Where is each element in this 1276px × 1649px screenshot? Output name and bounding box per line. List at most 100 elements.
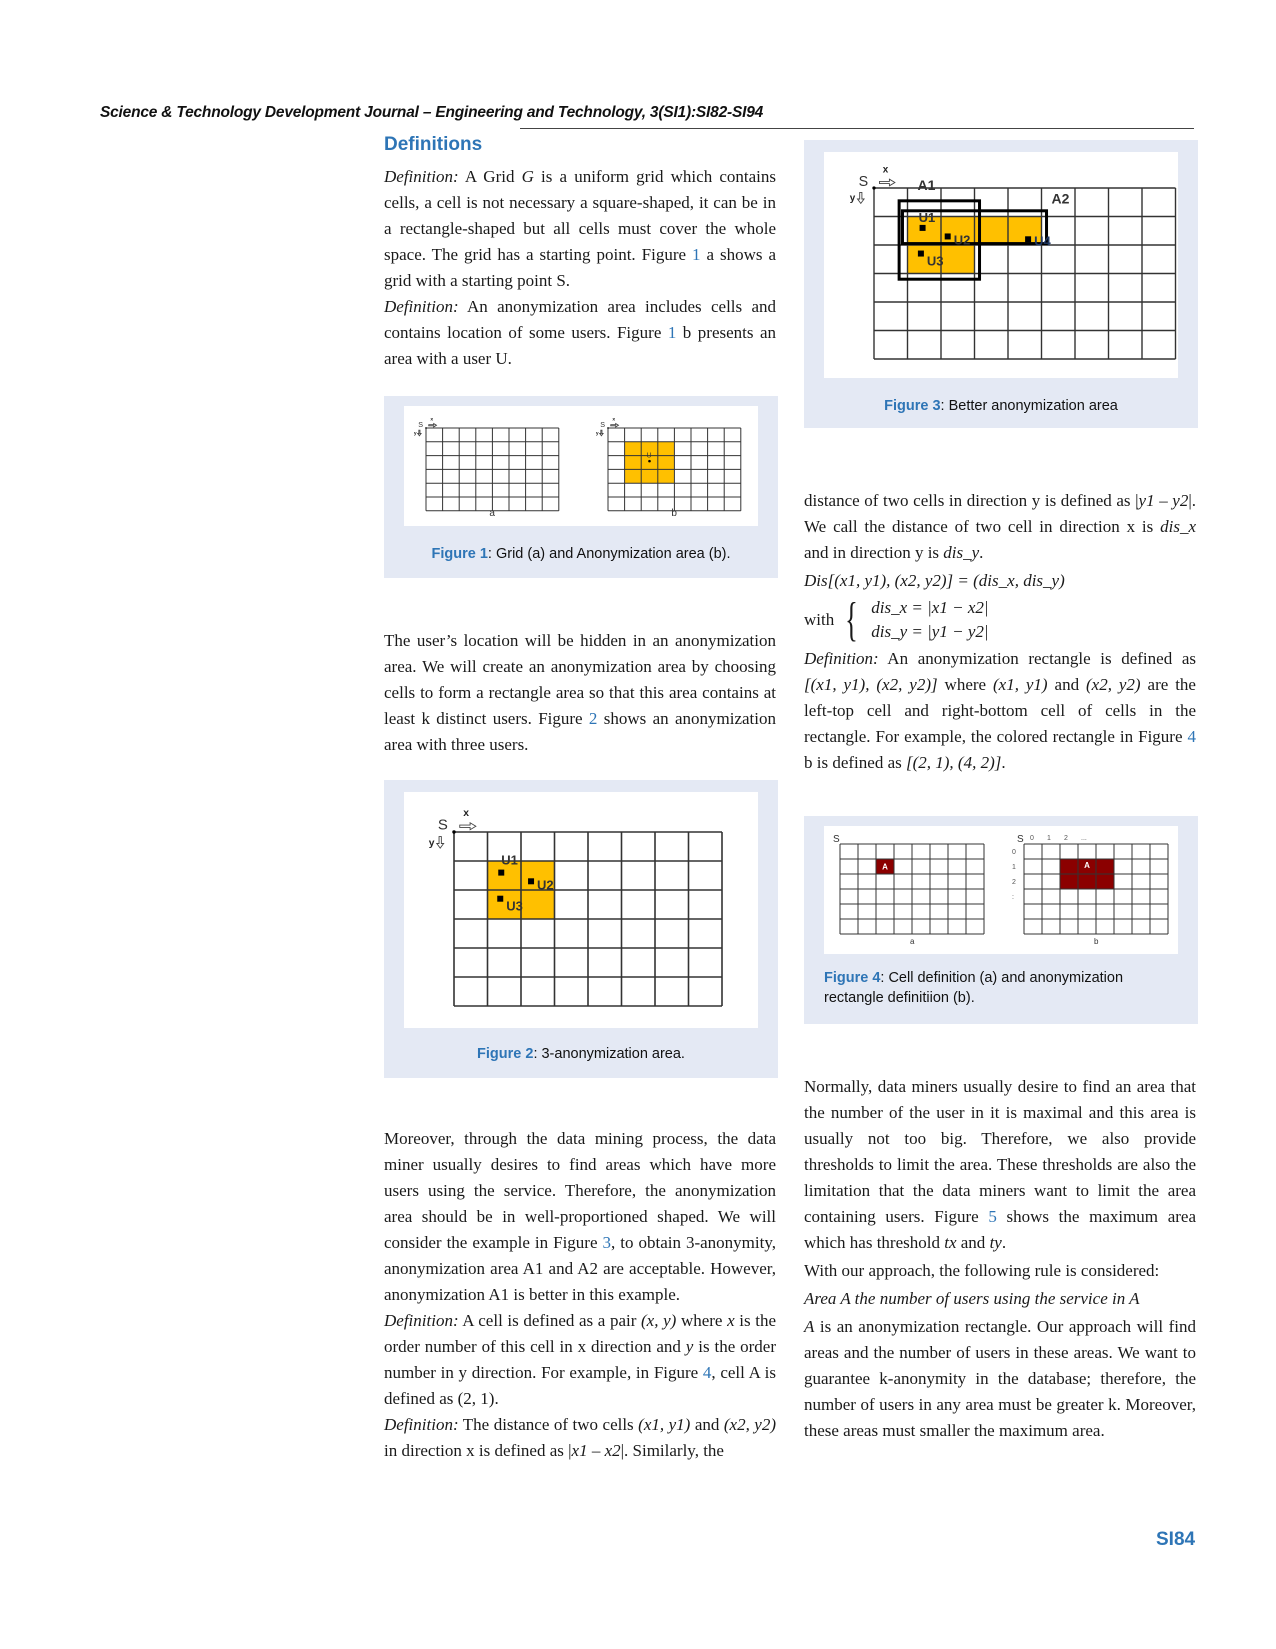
figure-1-caption: Figure 1: Grid (a) and Anonymization are…	[431, 546, 731, 562]
figure-1b-x-label: x	[612, 417, 615, 422]
paragraph-distance-continued: distance of two cells in direction y is …	[804, 491, 1196, 562]
left-column-mid: The user’s location will be hidden in an…	[384, 628, 776, 758]
paragraph-user-location: The user’s location will be hidden in an…	[384, 631, 776, 754]
figure-1-grids: Sx y a Sx y Ub	[414, 417, 742, 519]
figure-1b-user-label: U	[647, 453, 652, 460]
figure-2-grid: Sx y U1 U2 U3	[429, 808, 723, 1007]
figure-4: S Aa S 0 1 2... 0 1 2: Ab Figure 4: Cell definiti…	[804, 816, 1198, 1024]
figure-4a-cell-label: A	[882, 863, 888, 872]
figure-3-user-point	[1025, 236, 1032, 243]
figure-2-y-label: y	[429, 838, 435, 849]
figure-1a-start-point	[425, 427, 427, 429]
left-column-top: Definitions Definition: A Grid G is a un…	[384, 132, 776, 372]
figure-4b-cell-label: A	[1084, 861, 1090, 870]
figure-3-start-point	[872, 186, 876, 190]
figure-4a-sublabel: a	[910, 937, 915, 946]
figure-4-caption: Figure 4: Cell definition (a) and anonym…	[824, 970, 1124, 1006]
figure-3-user-point	[944, 233, 951, 240]
definition-anonymization-rectangle: Definition: An anonymization rectangle i…	[804, 649, 1197, 772]
figure-4-label: Figure 4	[824, 970, 881, 986]
figure-2-user-point	[528, 878, 535, 885]
figure-1a-sublabel: a	[489, 508, 495, 519]
figure-4b-column-tick: 2	[1064, 835, 1068, 842]
figure-2-user-label: U1	[501, 853, 518, 868]
paragraph-rule-intro: With our approach, the following rule is…	[804, 1261, 1160, 1280]
figure-1a-y-arrow-icon	[416, 429, 422, 437]
figure-1-link[interactable]: 1	[692, 245, 701, 264]
figure-3-y-label: y	[850, 193, 856, 204]
left-brace: {	[845, 593, 859, 646]
figure-4-image: S Aa S 0 1 2... 0 1 2: Ab	[824, 826, 1178, 954]
figure-2-user-point	[498, 869, 505, 876]
figure-1a-x-arrow-icon	[428, 422, 438, 428]
section-title: Definitions	[384, 134, 483, 155]
figure-2-caption: Figure 2: 3-anonymization area.	[477, 1046, 685, 1062]
figure-4b-row-tick: 1	[1012, 864, 1016, 871]
equation-dis-y: dis_y = |y1 − y2|	[871, 622, 989, 641]
figure-1b-user-point	[648, 459, 651, 463]
figure-2-user-point	[497, 895, 504, 902]
figure-2-label: Figure 2	[477, 1046, 534, 1062]
figure-3-image: Sx y A1 A2 U1 U2 U3 U4	[824, 152, 1178, 378]
figure-1b-x-arrow-icon	[610, 422, 620, 428]
definition-anonymization-area: Definition: An anonymization area includ…	[384, 297, 776, 368]
figure-4b-row-tick: 0	[1012, 849, 1016, 856]
figure-3-grid: Sx y A1 A2 U1 U2 U3 U4	[850, 165, 1177, 360]
running-head: Science & Technology Development Journal…	[100, 104, 764, 121]
distance-formula: Dis[(x1, y1), (x2, y2)] = (dis_x, dis_y)	[804, 571, 1065, 590]
figure-3-user-label: U3	[927, 254, 944, 269]
rule-statement: Area A the number of users using the ser…	[804, 1289, 1140, 1308]
figure-3-link[interactable]: 3	[603, 1233, 612, 1252]
definition-grid: Definition: A Grid G is a uniform grid w…	[384, 167, 776, 290]
page-number: SI84	[1156, 1529, 1196, 1550]
figure-4b-column-tick: 1	[1047, 835, 1051, 842]
with-label: with	[804, 610, 835, 629]
figure-1b-y-label: y	[596, 432, 599, 437]
figure-2-user-label: U2	[537, 877, 554, 892]
figure-4-link[interactable]: 4	[1188, 727, 1197, 746]
figure-1b-start-point	[607, 427, 609, 429]
figure-3-caption: Figure 3: Better anonymization area	[884, 398, 1118, 414]
figure-1a-x-label: x	[430, 417, 433, 422]
figure-2-start-label: S	[438, 817, 448, 834]
figure-2-x-label: x	[463, 808, 469, 819]
figure-1-image: Sx y a Sx y Ub	[404, 406, 758, 526]
figure-4a-start-label: S	[833, 834, 840, 845]
definition-distance: Definition: The distance of two cells (x…	[384, 1415, 777, 1460]
figure-1a-y-label: y	[414, 432, 417, 437]
figure-1b-y-arrow-icon	[598, 429, 604, 437]
paragraph-final: A is an anonymization rectangle. Our app…	[804, 1317, 1196, 1440]
paragraph-normally: Normally, data miners usually desire to …	[804, 1077, 1196, 1252]
distance-equation-system: with { dis_x = |x1 − x2| dis_y = |y1 − y…	[804, 594, 1196, 646]
figure-4b-start-label: S	[1017, 834, 1024, 845]
figure-4-grids: SAaS 0 1 2 ...012:Ab	[833, 834, 1169, 946]
figure-2-x-arrow-icon	[459, 822, 477, 831]
figure-4b-column-tick: 0	[1030, 835, 1034, 842]
figure-3-user-label: U4	[1034, 233, 1051, 248]
figure-4b-row-tick: 2	[1012, 879, 1016, 886]
left-column-bottom: Moreover, through the data mining proces…	[384, 1126, 776, 1464]
header-rule	[520, 128, 1194, 129]
figure-3-x-arrow-icon	[879, 178, 896, 187]
figure-1b-sublabel: b	[671, 508, 677, 519]
equation-dis-x: dis_x = |x1 − x2|	[871, 598, 989, 617]
paragraph-moreover: Moreover, through the data mining proces…	[384, 1129, 776, 1304]
right-column-mid: distance of two cells in direction y is …	[804, 488, 1196, 776]
figure-3-label: Figure 3	[884, 398, 941, 414]
figure-4b-sublabel: b	[1094, 937, 1099, 946]
figure-3-user-label: U1	[919, 210, 936, 225]
figure-1b-anonymization-area	[624, 441, 675, 484]
figure-2-user-label: U3	[506, 899, 523, 914]
figure-1: Sx y a Sx y Ub Figure 1: Grid (a) and Anonymi…	[384, 396, 778, 578]
figure-3-area-label: A1	[918, 177, 936, 193]
figure-4b-column-tick: ...	[1081, 835, 1087, 842]
figure-3-y-arrow-icon	[856, 191, 865, 205]
figure-3-area-label: A2	[1052, 191, 1070, 207]
figure-3-start-label: S	[859, 174, 869, 190]
figure-3: Sx y A1 A2 U1 U2 U3 U4 Figure 3: Better anonymi…	[804, 140, 1198, 428]
figure-2: Sx y U1 U2 U3 Figure 2: 3-anonymization area…	[384, 780, 778, 1078]
figure-2-start-point	[452, 830, 456, 834]
figure-2-y-arrow-icon	[435, 836, 445, 849]
figure-3-user-point	[919, 224, 926, 231]
figure-5-link[interactable]: 5	[988, 1207, 997, 1226]
